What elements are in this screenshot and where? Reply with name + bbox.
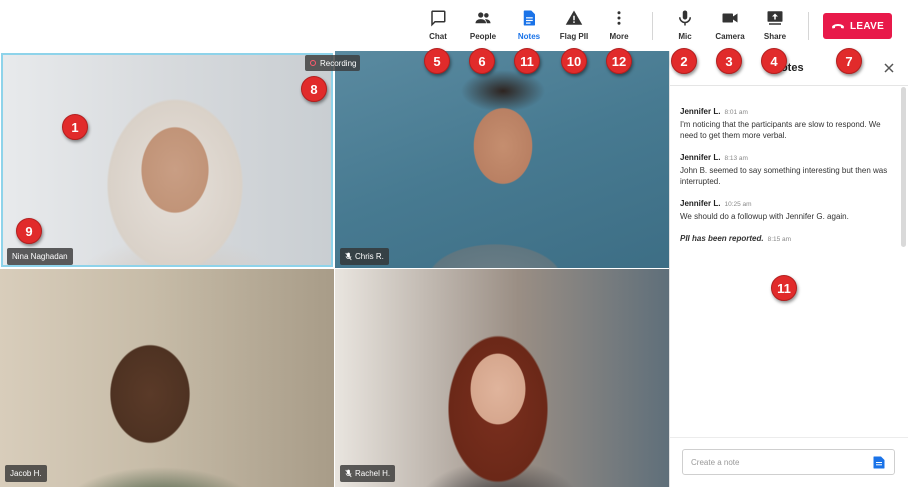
callout-marker: 7 bbox=[836, 48, 862, 74]
video-camera-icon bbox=[722, 13, 738, 23]
more-label: More bbox=[609, 32, 629, 41]
mic-muted-icon bbox=[345, 252, 352, 261]
callout-marker: 12 bbox=[606, 48, 632, 74]
vertical-dots-icon bbox=[617, 11, 621, 25]
video-tile-nina[interactable]: Nina Naghadan bbox=[1, 53, 333, 267]
share-screen-icon bbox=[767, 11, 783, 25]
share-label: Share bbox=[763, 32, 787, 41]
note-item: Jennifer L. 8:01 am I'm noticing that the… bbox=[680, 107, 900, 141]
chat-label: Chat bbox=[429, 32, 447, 41]
note-item: Jennifer L. 10:25 am We should do a follo… bbox=[680, 199, 900, 222]
recording-label: Recording bbox=[320, 58, 357, 68]
callout-marker: 11 bbox=[514, 48, 540, 74]
microphone-icon bbox=[679, 10, 691, 26]
notes-panel: Notes Jennifer L. 8:01 am I'm noticing th… bbox=[669, 51, 908, 487]
note-text: John B. seemed to say something interest… bbox=[680, 166, 888, 186]
participant-name-tag: Jacob H. bbox=[5, 465, 47, 482]
note-author: Jennifer L. bbox=[680, 199, 721, 208]
video-tile-chris[interactable]: Chris R. bbox=[335, 51, 669, 268]
recording-badge: Recording bbox=[305, 55, 360, 71]
mic-label: Mic bbox=[678, 32, 692, 41]
callout-marker: 5 bbox=[424, 48, 450, 74]
note-author: Jennifer L. bbox=[680, 107, 721, 116]
create-note-input[interactable] bbox=[682, 449, 895, 475]
video-tile-jacob[interactable]: Jacob H. bbox=[0, 269, 334, 487]
note-time: 8:01 am bbox=[724, 109, 748, 116]
notes-list: Jennifer L. 8:01 am I'm noticing that the… bbox=[680, 107, 900, 243]
chat-button[interactable]: Chat bbox=[416, 9, 460, 45]
save-note-icon[interactable] bbox=[873, 456, 885, 469]
note-time: 10:25 am bbox=[724, 201, 752, 208]
toolbar-divider bbox=[652, 12, 653, 40]
flag-pii-label: Flag PII bbox=[559, 32, 589, 41]
people-label: People bbox=[469, 32, 497, 41]
notes-icon bbox=[523, 10, 535, 26]
note-text: I'm noticing that the participants are s… bbox=[680, 120, 881, 140]
system-note-text: PII has been reported. bbox=[680, 234, 764, 243]
mic-button[interactable]: Mic bbox=[663, 9, 707, 45]
note-item: Jennifer L. 8:13 am John B. seemed to say… bbox=[680, 153, 900, 187]
flag-pii-button[interactable]: Flag PII bbox=[552, 9, 596, 45]
divider bbox=[670, 437, 908, 438]
camera-label: Camera bbox=[715, 32, 745, 41]
participant-name-tag: Chris R. bbox=[340, 248, 389, 265]
divider bbox=[670, 85, 908, 86]
video-grid: Nina Naghadan Chris R. Jacob H. Rachel H… bbox=[0, 51, 669, 487]
share-button[interactable]: Share bbox=[753, 9, 797, 45]
mic-muted-icon bbox=[345, 469, 352, 478]
participant-name: Nina Naghadan bbox=[12, 252, 68, 261]
participant-name: Jacob H. bbox=[10, 469, 42, 478]
system-note-time: 8:15 am bbox=[767, 236, 792, 243]
system-note: PII has been reported. 8:15 am bbox=[680, 234, 900, 243]
people-icon bbox=[475, 12, 491, 24]
note-author: Jennifer L. bbox=[680, 153, 721, 162]
callout-marker: 1 bbox=[62, 114, 88, 140]
callout-marker: 8 bbox=[301, 76, 327, 102]
note-time: 8:13 am bbox=[724, 155, 748, 162]
scrollbar-thumb[interactable] bbox=[901, 87, 906, 247]
video-tile-rachel[interactable]: Rachel H. bbox=[335, 269, 669, 487]
camera-button[interactable]: Camera bbox=[708, 9, 752, 45]
people-button[interactable]: People bbox=[461, 9, 505, 45]
notes-label: Notes bbox=[517, 32, 541, 41]
callout-marker: 6 bbox=[469, 48, 495, 74]
warning-triangle-icon bbox=[565, 10, 583, 25]
callout-marker: 2 bbox=[671, 48, 697, 74]
callout-marker: 11 bbox=[771, 275, 797, 301]
callout-marker: 10 bbox=[561, 48, 587, 74]
participant-name: Rachel H. bbox=[355, 469, 391, 478]
callout-marker: 9 bbox=[16, 218, 42, 244]
toolbar-divider bbox=[808, 12, 809, 40]
close-icon[interactable] bbox=[882, 61, 896, 75]
callout-marker: 3 bbox=[716, 48, 742, 74]
chat-bubble-icon bbox=[431, 10, 446, 27]
callout-marker: 4 bbox=[761, 48, 787, 74]
phone-hangup-icon bbox=[831, 24, 844, 29]
notes-scrollbar[interactable] bbox=[901, 87, 906, 437]
toolbar: Chat People Notes Flag PII More Mic Came… bbox=[0, 0, 908, 50]
note-text: We should do a followup with Jennifer G.… bbox=[680, 212, 849, 221]
participant-name-tag: Rachel H. bbox=[340, 465, 396, 482]
notes-button[interactable]: Notes bbox=[507, 9, 551, 45]
more-button[interactable]: More bbox=[597, 9, 641, 45]
leave-button[interactable]: LEAVE bbox=[823, 13, 892, 39]
participant-name: Chris R. bbox=[355, 252, 384, 261]
leave-label: LEAVE bbox=[849, 20, 885, 32]
recording-dot-icon bbox=[310, 60, 316, 66]
participant-name-tag: Nina Naghadan bbox=[7, 248, 73, 265]
